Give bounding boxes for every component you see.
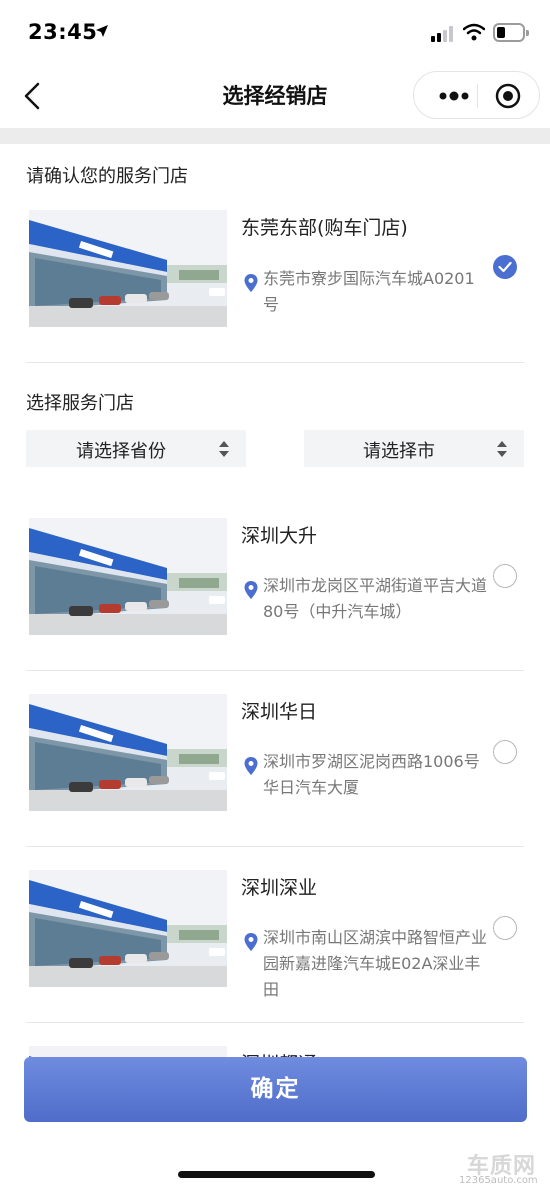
battery-icon [493, 23, 529, 42]
select-store-heading: 选择服务门店 [26, 393, 134, 414]
city-select-label: 请选择市 [363, 441, 435, 462]
store-name: 深圳深业 [241, 877, 318, 899]
more-dots-icon[interactable] [434, 84, 474, 108]
close-circle-icon[interactable] [494, 82, 522, 110]
store-address: 深圳市龙岗区平湖街道平吉大道80号（中升汽车城） [263, 576, 488, 621]
current-store-heading: 请确认您的服务门店 [26, 166, 188, 187]
wifi-icon [463, 23, 485, 41]
store-address: 东莞市寮步国际汽车城A0201号 [263, 269, 475, 314]
nav-bar: 选择经销店 [0, 66, 550, 126]
mini-program-capsule [413, 71, 540, 119]
store-radio[interactable] [493, 740, 517, 764]
signal-icon [431, 26, 457, 42]
status-time: 23:45 [28, 20, 98, 44]
header-divider-band [0, 128, 550, 144]
province-select[interactable]: 请选择省份 [26, 430, 246, 467]
location-pin-icon [244, 274, 258, 292]
location-arrow-icon [96, 25, 108, 37]
store-photo [29, 694, 227, 811]
location-pin-icon [244, 581, 258, 599]
watermark: 车质网 12365auto.com [459, 1148, 547, 1188]
province-select-label: 请选择省份 [76, 441, 166, 462]
location-pin-icon [244, 757, 258, 775]
list-divider [26, 670, 524, 671]
home-indicator [178, 1171, 375, 1178]
list-item[interactable]: 深圳深业 深圳市南山区湖滨中路智恒产业园新嘉进隆汽车城E02A深业丰田 [26, 870, 524, 999]
list-divider [26, 846, 524, 847]
sort-caret-icon [219, 441, 229, 457]
store-radio-checked[interactable] [493, 255, 517, 279]
section-divider [26, 362, 524, 363]
store-photo [29, 870, 227, 987]
store-address: 深圳市罗湖区泥岗西路1006号华日汽车大厦 [263, 752, 480, 797]
store-name: 深圳华日 [241, 701, 318, 723]
check-icon [498, 261, 512, 273]
status-bar: 23:45 [0, 0, 550, 66]
store-name: 深圳大升 [241, 525, 318, 547]
store-radio[interactable] [493, 916, 517, 940]
store-name: 东莞东部(购车门店) [241, 217, 408, 239]
store-photo [29, 518, 227, 635]
watermark-url: 12365auto.com [459, 1175, 538, 1186]
list-item[interactable]: 深圳华日 深圳市罗湖区泥岗西路1006号华日汽车大厦 [26, 694, 524, 814]
store-photo [29, 210, 227, 327]
store-radio[interactable] [493, 564, 517, 588]
list-item[interactable]: 深圳大升 深圳市龙岗区平湖街道平吉大道80号（中升汽车城） [26, 518, 524, 638]
store-address: 深圳市南山区湖滨中路智恒产业园新嘉进隆汽车城E02A深业丰田 [263, 928, 488, 999]
list-divider [26, 1022, 524, 1023]
capsule-divider [477, 84, 478, 108]
city-select[interactable]: 请选择市 [304, 430, 524, 467]
confirm-button[interactable]: 确定 [24, 1057, 527, 1122]
location-pin-icon [244, 933, 258, 951]
current-store-card[interactable]: 东莞东部(购车门店) 东莞市寮步国际汽车城A0201号 [26, 210, 524, 330]
sort-caret-icon [497, 441, 507, 457]
